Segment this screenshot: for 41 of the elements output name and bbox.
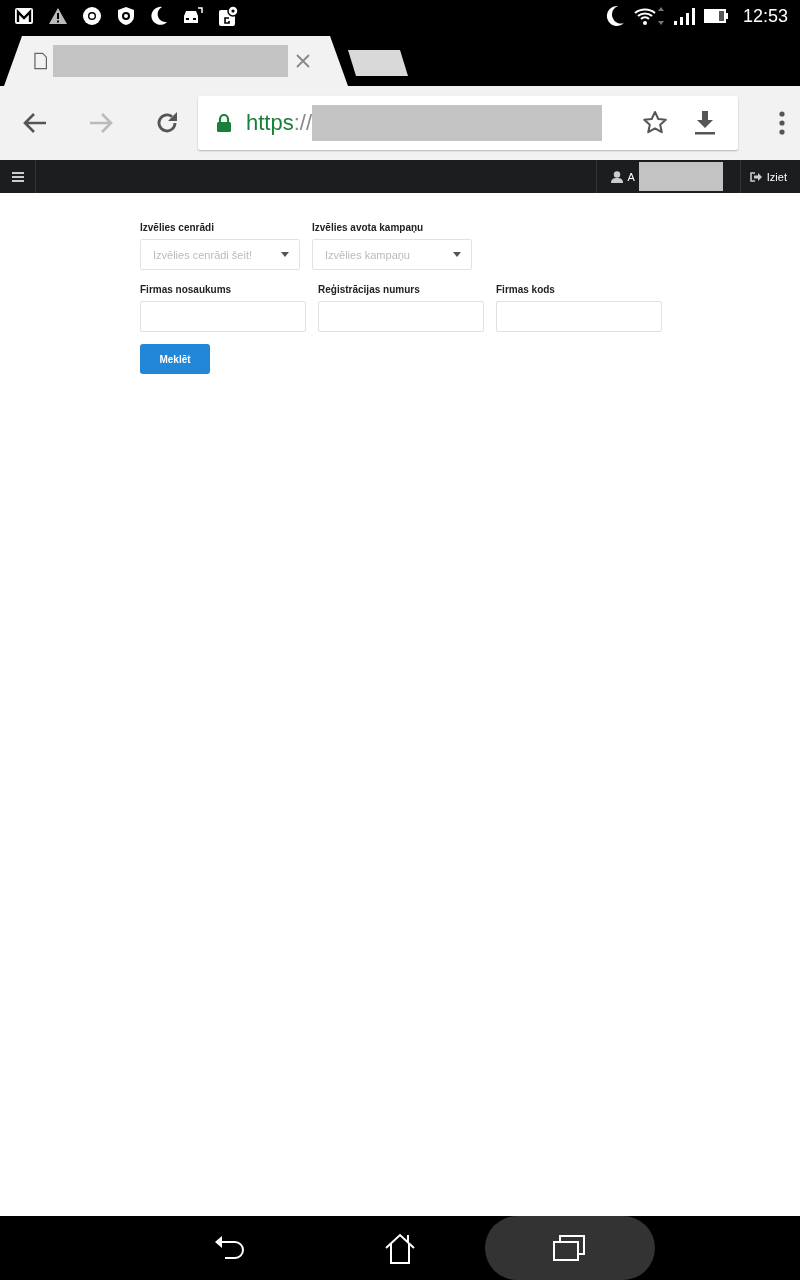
input-field[interactable] <box>140 301 306 332</box>
user-name[interactable]: A <box>627 170 635 183</box>
clock-time: 12:53 <box>742 5 788 27</box>
caret-icon <box>453 252 461 257</box>
logout-link[interactable]: Iziet <box>740 160 800 193</box>
moon-icon <box>604 5 625 27</box>
star-icon[interactable] <box>642 110 668 136</box>
signal-icon <box>672 6 695 26</box>
input-field[interactable] <box>318 301 484 332</box>
logout-icon <box>749 171 762 182</box>
field-label: Izvēlies avota kampaņu <box>312 222 425 234</box>
address-bar[interactable]: https:// <box>198 96 738 150</box>
url-separator: :// <box>293 110 313 136</box>
search-button[interactable]: Meklēt <box>140 344 210 374</box>
home-icon[interactable] <box>383 1231 417 1265</box>
field-label: Izvēlies cenrādi <box>140 222 215 234</box>
menu-icon[interactable] <box>11 171 24 182</box>
field-label: Firmas nosaukums <box>140 284 233 296</box>
download-icon[interactable] <box>694 110 716 136</box>
warning-icon <box>48 7 68 25</box>
back-icon[interactable] <box>22 111 48 135</box>
shield-icon <box>116 6 136 26</box>
mail-icon <box>14 7 34 25</box>
caret-icon <box>281 252 289 257</box>
field-label: Firmas kods <box>496 284 556 296</box>
battery-icon <box>702 7 729 25</box>
close-icon[interactable] <box>294 52 312 70</box>
url-scheme: https <box>246 110 294 136</box>
lock-icon <box>216 113 232 133</box>
input-field[interactable] <box>496 301 662 332</box>
moon-icon <box>150 6 168 26</box>
user-icon <box>611 170 624 183</box>
recents-icon[interactable] <box>552 1233 588 1263</box>
more-menu-icon[interactable] <box>778 111 786 135</box>
map-pin-icon <box>218 5 238 27</box>
car-icon <box>182 6 204 26</box>
browser-icon <box>82 6 102 26</box>
new-tab-button[interactable] <box>348 50 408 76</box>
page-icon <box>34 52 48 70</box>
field-label: Reģistrācijas numurs <box>318 284 421 296</box>
wifi-icon <box>632 5 665 27</box>
